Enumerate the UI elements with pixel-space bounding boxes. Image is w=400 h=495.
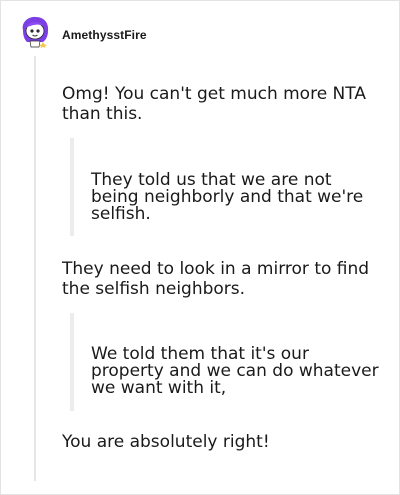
snoo-avatar-icon [22, 16, 49, 48]
thread-line[interactable] [34, 56, 36, 481]
comment-author[interactable]: AmethysstFire [62, 28, 147, 42]
blockquote-bar-2 [70, 313, 74, 411]
comment-paragraph-2: They need to look in a mirror to find th… [62, 259, 370, 299]
blockquote-bar-1 [70, 138, 74, 236]
user-avatar[interactable] [19, 14, 51, 48]
blockquote-1: They told us that we are not being neigh… [91, 170, 364, 224]
blockquote-2: We told them that it's our property and … [91, 344, 379, 398]
comment-card: AmethysstFire Omg! You can't get much mo… [0, 0, 400, 495]
comment-paragraph-1: Omg! You can't get much more NTA than th… [62, 84, 366, 124]
comment-paragraph-3: You are absolutely right! [62, 432, 270, 452]
